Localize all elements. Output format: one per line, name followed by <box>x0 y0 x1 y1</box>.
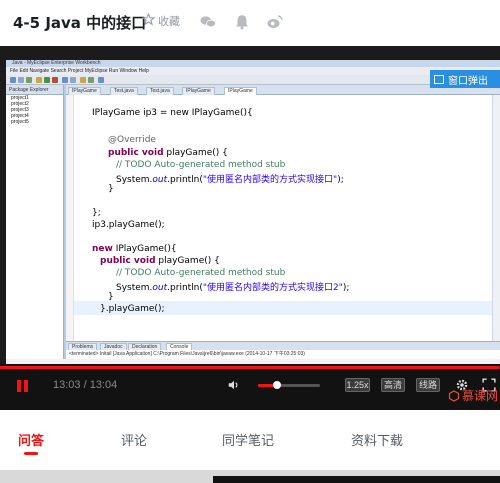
toolbar-icon <box>10 77 16 83</box>
code-line: IPlayGame ip3 = new IPlayGame(){ <box>92 108 253 118</box>
bottom-view-tabs: Problems Javadoc Declaration Console <box>66 341 500 351</box>
code-line: }; <box>92 208 101 218</box>
popout-button[interactable]: 窗口弹出 <box>430 70 500 88</box>
code-line: public void playGame() { <box>108 148 228 158</box>
progress-fill <box>0 366 499 369</box>
toolbar-icon <box>18 77 24 83</box>
package-explorer: Package Explorer project1 project2 proje… <box>6 85 64 359</box>
editor-tab[interactable]: Test.java <box>110 87 138 95</box>
code-line: System.out.println("使用匿名内部类的方式实现接口"); <box>116 175 344 185</box>
code-line: System.out.println("使用匿名内部类的方式实现接口2"); <box>116 283 350 293</box>
volume-slider[interactable] <box>258 381 320 389</box>
code-editor[interactable]: IPlayGame ip3 = new IPlayGame(){ @Overri… <box>66 95 500 341</box>
course-header: 4-5 Java 中的接口 收藏 <box>0 0 500 46</box>
site-watermark: 慕课网 <box>448 387 498 404</box>
weibo-icon[interactable] <box>266 13 284 31</box>
editor-tab[interactable]: IPlayGame <box>68 87 101 95</box>
favorite-button[interactable]: 收藏 <box>141 12 180 29</box>
eclipse-menu-bar: File Edit Navigate Search Project MyEcli… <box>6 67 500 75</box>
editor-tab[interactable]: Test.java <box>146 87 174 95</box>
toolbar-icon <box>62 77 68 83</box>
popout-label: 窗口弹出 <box>448 75 488 87</box>
code-line: }.playGame(); <box>100 304 165 314</box>
active-tab-indicator <box>24 452 38 455</box>
eclipse-title-bar: Java - MyEclipse Enterprise Workbench <box>6 60 500 67</box>
progress-bar[interactable] <box>0 366 500 369</box>
console-output: <terminated> Initail [Java Application] … <box>66 350 500 359</box>
package-explorer-title: Package Explorer <box>6 85 63 95</box>
project-item[interactable]: project5 <box>6 119 63 125</box>
code-line: ip3.playGame(); <box>92 220 165 230</box>
popout-icon <box>434 74 444 84</box>
bell-icon[interactable] <box>233 13 251 31</box>
editor-gutter <box>66 95 74 341</box>
code-line: } <box>108 184 114 194</box>
pause-icon <box>24 380 28 392</box>
code-line: new IPlayGame(){ <box>92 244 177 254</box>
watermark-label: 慕课网 <box>461 389 498 403</box>
quality-button[interactable]: 高清 <box>381 378 405 392</box>
favorite-label: 收藏 <box>158 16 180 28</box>
toolbar-icon <box>80 77 86 83</box>
volume-icon[interactable] <box>227 378 241 392</box>
editor-tab[interactable]: IPlayGame <box>224 87 257 95</box>
tab-downloads[interactable]: 资料下载 <box>351 430 403 449</box>
page: 4-5 Java 中的接口 收藏 窗口弹出 Java - MyEclipse E… <box>0 0 500 483</box>
toolbar-icon <box>52 77 58 83</box>
toolbar-icon <box>88 77 94 83</box>
toolbar-icon <box>44 77 50 83</box>
code-line: // TODO Auto-generated method stub <box>116 268 286 278</box>
lesson-title: 4-5 Java 中的接口 <box>13 14 147 32</box>
code-line: @Override <box>108 135 156 145</box>
tab-qa[interactable]: 问答 <box>18 430 44 449</box>
eclipse-toolbar <box>6 75 500 85</box>
tab-notes[interactable]: 同学笔记 <box>222 430 274 449</box>
time-display: 13:03 / 13:04 <box>53 379 118 391</box>
route-button[interactable]: 线路 <box>416 378 440 392</box>
pause-icon <box>17 380 21 392</box>
watermark-logo-icon <box>448 389 460 402</box>
speed-button[interactable]: 1.25x <box>345 378 370 392</box>
bottom-dark-bar <box>213 476 500 483</box>
wechat-icon[interactable] <box>199 13 217 31</box>
volume-knob[interactable] <box>272 381 281 389</box>
pause-button[interactable] <box>16 380 30 392</box>
toolbar-icon <box>70 77 76 83</box>
code-line: public void playGame() { <box>100 256 220 266</box>
code-line: // TODO Auto-generated method stub <box>116 160 286 170</box>
video-player[interactable]: 窗口弹出 Java - MyEclipse Enterprise Workben… <box>0 46 500 410</box>
toolbar-icon <box>36 77 42 83</box>
star-icon <box>141 12 156 29</box>
tab-comments[interactable]: 评论 <box>121 430 147 449</box>
editor-tab[interactable]: IPlayGame <box>182 87 215 95</box>
editor-scrollbar[interactable] <box>492 95 500 341</box>
toolbar-icon <box>98 77 104 83</box>
video-frame: 窗口弹出 Java - MyEclipse Enterprise Workben… <box>6 60 500 404</box>
code-line: } <box>108 292 114 302</box>
toolbar-icon <box>26 77 32 83</box>
